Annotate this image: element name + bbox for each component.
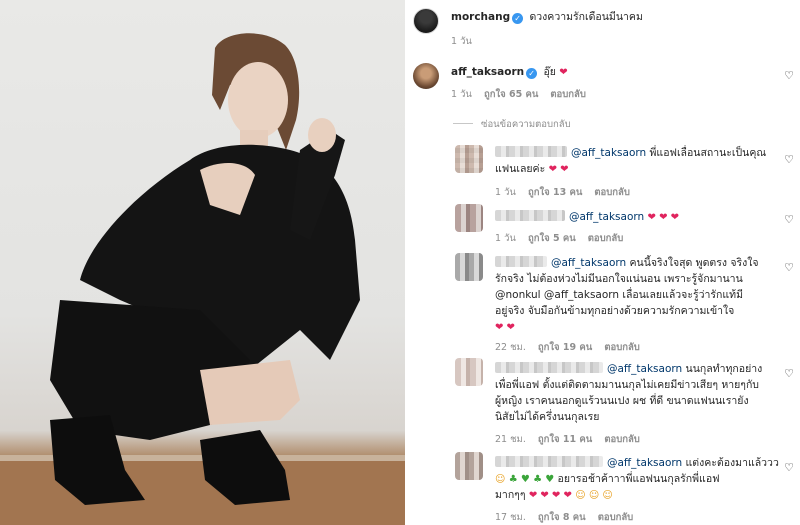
comment-time: 1 วัน bbox=[451, 89, 472, 100]
reply-button[interactable]: ตอบกลับ bbox=[604, 342, 640, 353]
reply-text: แฟนเลยค่ะ bbox=[495, 163, 546, 175]
reply-likes[interactable]: ถูกใจ 8 คน bbox=[538, 512, 586, 523]
reply-text: นิสัยไม่ได้ครึ่งนนกุลเรย bbox=[495, 411, 600, 423]
reply-button[interactable]: ตอบกลับ bbox=[604, 434, 640, 445]
post-caption: ดวงความรักเดือนมีนาคม bbox=[529, 11, 643, 23]
reply-button[interactable]: ตอบกลับ bbox=[550, 89, 586, 100]
reply-text: นนกุลทำทุกอย่าง bbox=[685, 363, 763, 375]
reply-button[interactable]: ตอบกลับ bbox=[598, 512, 634, 523]
heart-eyes-emoji: ❤ ❤ ❤ ❤ bbox=[528, 490, 572, 501]
reply-time: 17 ชม. bbox=[495, 512, 526, 523]
reply-line: อยู่จริง จับมือกันข้ามทุกอย่างด้วยความรั… bbox=[495, 304, 734, 318]
reply-avatar[interactable] bbox=[455, 145, 483, 173]
reply-line: ผู้หญิง เราคนนอกดูแร้วนนเปง ผช ที่ดี ขนา… bbox=[495, 394, 749, 408]
author-username[interactable]: morchang bbox=[451, 11, 510, 23]
caption-row: morchang ✓ ดวงความรักเดือนมีนาคม bbox=[451, 10, 643, 24]
commenter-username[interactable]: aff_taksaorn bbox=[451, 66, 524, 78]
reply-avatar[interactable] bbox=[455, 452, 483, 480]
reply-button[interactable]: ตอบกลับ bbox=[594, 187, 630, 198]
reply-likes[interactable]: ถูกใจ 19 คน bbox=[538, 342, 592, 353]
reply-text: อยารอช้าค้าาาพี่แอฟนนกุลรักพี่แอฟ bbox=[557, 473, 720, 485]
blurred-username[interactable] bbox=[495, 256, 547, 267]
clover-emoji: ♣ ♥ ♣ ♥ bbox=[508, 474, 555, 485]
reply-avatar[interactable] bbox=[455, 253, 483, 281]
comment-text: อุ๊ย bbox=[543, 66, 556, 78]
reply-text: แต่งคะต้องมาแล้ววว bbox=[685, 457, 779, 469]
reply-likes[interactable]: ถูกใจ 13 คน bbox=[528, 187, 582, 198]
heart-outline-icon[interactable]: ♡ bbox=[783, 154, 795, 165]
mention-link[interactable]: @aff_taksaorn bbox=[551, 257, 626, 269]
reply-time: 21 ชม. bbox=[495, 434, 526, 445]
comment-row: aff_taksaorn ✓ อุ๊ย ❤ bbox=[451, 65, 568, 80]
heart-outline-icon[interactable]: ♡ bbox=[783, 368, 795, 379]
comments-panel: morchang ✓ ดวงความรักเดือนมีนาคม 1 วัน af… bbox=[405, 0, 800, 525]
reply-line: มากๆๆ ❤ ❤ ❤ ❤ ☺ ☺ ☺ bbox=[495, 488, 613, 503]
reply-line: @aff_taksaorn พี่แอฟเลื่อนสถานะเป็นคุณ bbox=[495, 146, 766, 160]
reply-text: ผู้หญิง เราคนนอกดูแร้วนนเปง ผช ที่ดี ขนา… bbox=[495, 395, 749, 407]
reply-time: 1 วัน bbox=[495, 187, 516, 198]
reply-text: เพื่อพี่แอฟ ตั้งแต่ติดตามมานนกุลไม่เคยมี… bbox=[495, 379, 759, 391]
reply-line: เพื่อพี่แอฟ ตั้งแต่ติดตามมานนกุลไม่เคยมี… bbox=[495, 378, 759, 392]
mention-link[interactable]: @aff_taksaorn bbox=[607, 457, 682, 469]
hide-replies-label: ซ่อนข้อความตอบกลับ bbox=[481, 119, 571, 130]
reply-line: @aff_taksaorn คนนี้จริงใจสุด พูดตรง จริง… bbox=[495, 256, 759, 270]
reply-meta: 1 วัน ถูกใจ 5 คน ตอบกลับ bbox=[495, 231, 632, 246]
hide-replies-button[interactable]: ซ่อนข้อความตอบกลับ bbox=[453, 117, 571, 132]
comment-meta: 1 วัน ถูกใจ 65 คน ตอบกลับ bbox=[451, 87, 595, 102]
heart-eyes-emoji: ❤ ❤ bbox=[548, 164, 569, 175]
reply-meta: 21 ชม. ถูกใจ 11 คน ตอบกลับ bbox=[495, 432, 649, 447]
reply-likes[interactable]: ถูกใจ 5 คน bbox=[528, 233, 576, 244]
blurred-username[interactable] bbox=[495, 210, 565, 221]
reply-text: มากๆๆ bbox=[495, 489, 526, 501]
smile-emoji: ☺ bbox=[495, 474, 506, 485]
smile-emoji: ☺ ☺ ☺ bbox=[575, 490, 613, 501]
reply-line: นิสัยไม่ได้ครึ่งนนกุลเรย bbox=[495, 410, 599, 424]
reply-meta: 1 วัน ถูกใจ 13 คน ตอบกลับ bbox=[495, 185, 639, 200]
divider bbox=[453, 123, 473, 124]
caption-time: 1 วัน bbox=[451, 36, 472, 47]
reply-meta: 22 ชม. ถูกใจ 19 คน ตอบกลับ bbox=[495, 340, 649, 355]
blurred-username[interactable] bbox=[495, 146, 567, 157]
verified-badge-icon: ✓ bbox=[526, 68, 538, 79]
reply-avatar[interactable] bbox=[455, 358, 483, 386]
author-avatar[interactable] bbox=[413, 8, 439, 34]
mention-link[interactable]: @aff_taksaorn bbox=[569, 211, 644, 223]
heart-outline-icon[interactable]: ♡ bbox=[783, 214, 795, 225]
commenter-avatar[interactable] bbox=[413, 63, 439, 89]
reply-line: ❤ ❤ bbox=[495, 320, 515, 335]
comment-likes[interactable]: ถูกใจ 65 คน bbox=[484, 89, 538, 100]
post-photo bbox=[0, 0, 405, 525]
reply-avatar[interactable] bbox=[455, 204, 483, 232]
reply-line: @aff_taksaorn นนกุลทำทุกอย่าง bbox=[495, 362, 762, 376]
verified-badge-icon: ✓ bbox=[512, 13, 524, 24]
blurred-username[interactable] bbox=[495, 456, 603, 467]
reply-line: @nonkul @aff_taksaorn เลื่อนเลยแล้วจะรู้… bbox=[495, 288, 743, 302]
reply-text: คนนี้จริงใจสุด พูดตรง จริงใจ bbox=[629, 257, 759, 269]
heart-outline-icon[interactable]: ♡ bbox=[783, 462, 795, 473]
heart-outline-icon[interactable]: ♡ bbox=[783, 262, 795, 273]
reply-line: ☺ ♣ ♥ ♣ ♥ อยารอช้าค้าาาพี่แอฟนนกุลรักพี่… bbox=[495, 472, 720, 487]
heart-eyes-emoji: ❤ bbox=[559, 67, 568, 78]
reply-line: @aff_taksaorn แต่งคะต้องมาแล้ววว bbox=[495, 456, 779, 470]
heart-outline-icon[interactable]: ♡ bbox=[783, 70, 795, 81]
reply-line: @aff_taksaorn ❤ ❤ ❤ bbox=[495, 210, 679, 225]
mention-link[interactable]: @aff_taksaorn bbox=[571, 147, 646, 159]
reply-line: แฟนเลยค่ะ ❤ ❤ bbox=[495, 162, 569, 177]
reply-text: พี่แอฟเลื่อนสถานะเป็นคุณ bbox=[649, 147, 767, 159]
reply-line: รักจริง ไม่ต้องห่วงไม่มีนอกใจแน่นอน เพรา… bbox=[495, 272, 743, 286]
reply-likes[interactable]: ถูกใจ 11 คน bbox=[538, 434, 592, 445]
reply-text: @nonkul @aff_taksaorn เลื่อนเลยแล้วจะรู้… bbox=[495, 289, 744, 301]
heart-eyes-emoji: ❤ ❤ ❤ bbox=[647, 212, 680, 223]
reply-button[interactable]: ตอบกลับ bbox=[588, 233, 624, 244]
mention-link[interactable]: @aff_taksaorn bbox=[607, 363, 682, 375]
caption-meta: 1 วัน bbox=[451, 34, 481, 49]
heart-emoji: ❤ ❤ bbox=[495, 322, 515, 333]
reply-text: รักจริง ไม่ต้องห่วงไม่มีนอกใจแน่นอน เพรา… bbox=[495, 273, 743, 285]
blurred-username[interactable] bbox=[495, 362, 603, 373]
reply-text: อยู่จริง จับมือกันข้ามทุกอย่างด้วยความรั… bbox=[495, 305, 735, 317]
reply-time: 22 ชม. bbox=[495, 342, 526, 353]
reply-meta: 17 ชม. ถูกใจ 8 คน ตอบกลับ bbox=[495, 510, 642, 525]
reply-time: 1 วัน bbox=[495, 233, 516, 244]
